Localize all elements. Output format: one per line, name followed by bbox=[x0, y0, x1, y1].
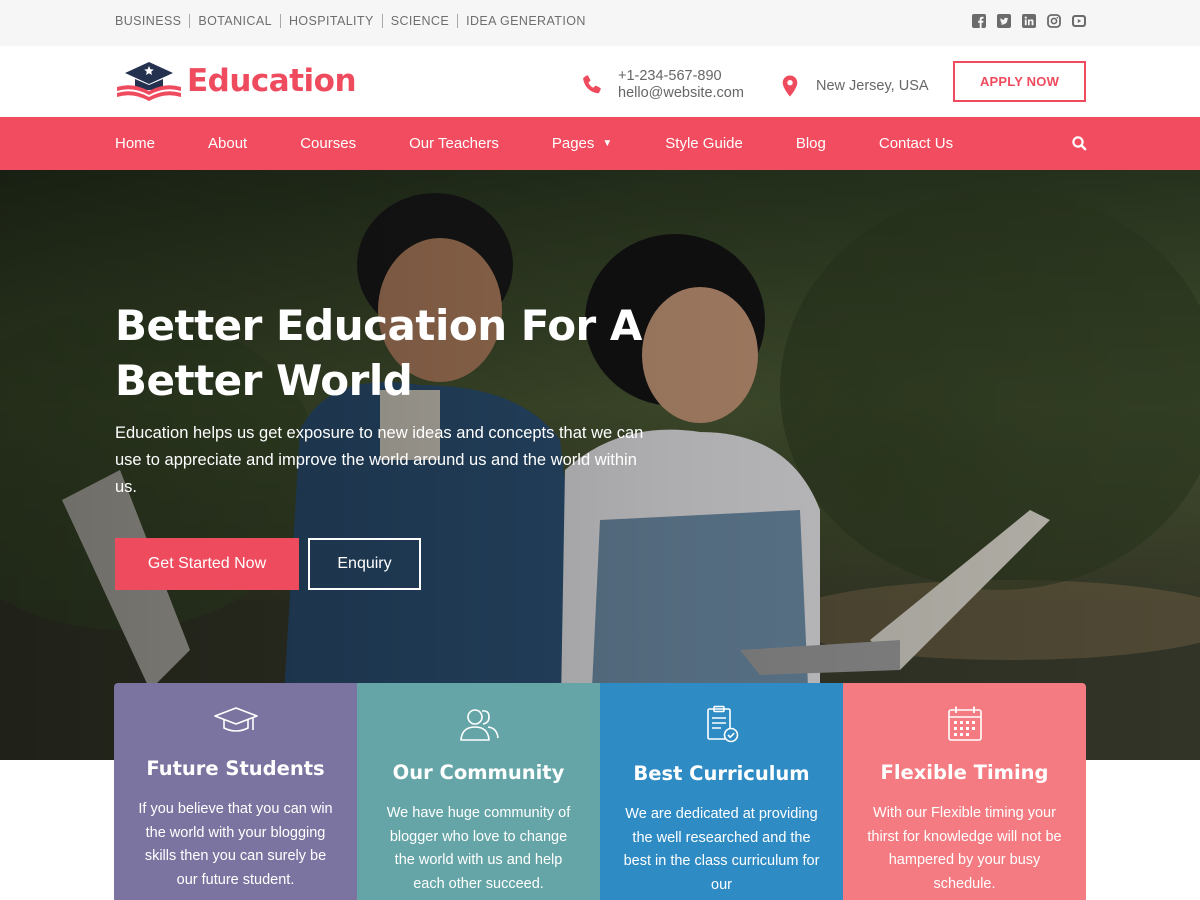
feature-card-our-community[interactable]: Our Community We have huge community of … bbox=[357, 683, 600, 900]
nav-item-label: Pages bbox=[551, 135, 595, 152]
twitter-icon[interactable] bbox=[997, 14, 1011, 28]
calendar-icon bbox=[947, 706, 982, 741]
nav-item-home[interactable]: Home bbox=[115, 135, 155, 152]
instagram-icon[interactable] bbox=[1047, 14, 1061, 28]
get-started-button[interactable]: Get Started Now bbox=[115, 538, 299, 590]
site-logo[interactable]: Education bbox=[115, 60, 357, 102]
site-header: Education +1-234-567-890 hello@website.c… bbox=[0, 46, 1200, 117]
location-text: New Jersey, USA bbox=[816, 78, 929, 94]
nav-item-blog[interactable]: Blog bbox=[796, 135, 826, 152]
email-address[interactable]: hello@website.com bbox=[618, 85, 744, 102]
feature-card-title: Flexible Timing bbox=[880, 761, 1049, 784]
divider bbox=[279, 14, 281, 28]
youtube-icon[interactable] bbox=[1072, 14, 1086, 28]
feature-card-title: Best Curriculum bbox=[633, 762, 810, 785]
feature-card-text: We have huge community of blogger who lo… bbox=[386, 805, 571, 892]
nav-item-courses[interactable]: Courses bbox=[300, 135, 356, 152]
feature-card-text: With our Flexible timing your thirst for… bbox=[867, 805, 1062, 892]
map-pin-icon bbox=[782, 75, 798, 97]
nav-items: Home About Courses Our Teachers Pages ▼ S… bbox=[115, 117, 1006, 170]
feature-card-flexible-timing[interactable]: Flexible Timing With our Flexible timing… bbox=[843, 683, 1086, 900]
category-link-idea-generation[interactable]: IDEA GENERATION bbox=[466, 14, 586, 28]
graduation-cap-icon bbox=[117, 62, 181, 101]
feature-card-title: Future Students bbox=[146, 757, 325, 780]
feature-card-text: We are dedicated at providing the well r… bbox=[623, 806, 820, 893]
category-link-business[interactable]: BUSINESS bbox=[115, 14, 181, 28]
divider bbox=[457, 14, 459, 28]
feature-card-title: Our Community bbox=[392, 761, 565, 784]
community-icon bbox=[459, 709, 499, 741]
hero-description: Education helps us get exposure to new i… bbox=[115, 424, 644, 496]
hero-title: Better Education For A Better World bbox=[115, 301, 642, 405]
nav-item-label: Contact Us bbox=[878, 135, 954, 152]
nav-item-pages[interactable]: Pages ▼ bbox=[552, 135, 612, 152]
nav-item-label: About bbox=[208, 135, 248, 152]
nav-item-style-guide[interactable]: Style Guide bbox=[665, 135, 743, 152]
top-bar: BUSINESS BOTANICAL HOSPITALITY SCIENCE I… bbox=[0, 0, 1200, 46]
curriculum-icon bbox=[706, 705, 738, 743]
divider bbox=[189, 14, 191, 28]
feature-card-text: If you believe that you can win the worl… bbox=[138, 801, 333, 888]
hero-section: Better Education For A Better World Educ… bbox=[0, 170, 1200, 760]
location-info: New Jersey, USA bbox=[778, 74, 929, 98]
linkedin-icon[interactable] bbox=[1022, 14, 1036, 28]
graduation-cap-icon bbox=[213, 707, 258, 732]
contact-info: +1-234-567-890 hello@website.com bbox=[580, 68, 744, 102]
nav-item-our-teachers[interactable]: Our Teachers bbox=[409, 135, 499, 152]
enquiry-button[interactable]: Enquiry bbox=[308, 538, 421, 590]
nav-item-label: Blog bbox=[795, 135, 826, 152]
phone-number[interactable]: +1-234-567-890 bbox=[618, 68, 744, 85]
chevron-down-icon: ▼ bbox=[602, 138, 613, 149]
category-link-botanical[interactable]: BOTANICAL bbox=[198, 14, 272, 28]
facebook-icon[interactable] bbox=[972, 14, 986, 28]
contact-lines: +1-234-567-890 hello@website.com bbox=[618, 68, 744, 102]
divider bbox=[381, 14, 383, 28]
category-links: BUSINESS BOTANICAL HOSPITALITY SCIENCE I… bbox=[115, 14, 586, 28]
feature-card-future-students[interactable]: Future Students If you believe that you … bbox=[114, 683, 357, 900]
phone-icon bbox=[583, 75, 601, 94]
main-nav: Home About Courses Our Teachers Pages ▼ S… bbox=[0, 117, 1200, 170]
nav-item-label: Home bbox=[115, 135, 156, 152]
nav-item-label: Courses bbox=[300, 135, 357, 152]
feature-card-best-curriculum[interactable]: Best Curriculum We are dedicated at prov… bbox=[600, 683, 843, 900]
nav-item-label: Style Guide bbox=[665, 135, 743, 152]
category-link-science[interactable]: SCIENCE bbox=[391, 14, 449, 28]
social-links bbox=[972, 14, 1086, 28]
search-icon[interactable] bbox=[1071, 135, 1088, 152]
logo-text: Education bbox=[187, 63, 357, 99]
category-link-hospitality[interactable]: HOSPITALITY bbox=[289, 14, 374, 28]
apply-now-button[interactable]: APPLY NOW bbox=[953, 61, 1086, 102]
nav-item-contact-us[interactable]: Contact Us bbox=[879, 135, 953, 152]
nav-item-label: Our Teachers bbox=[409, 135, 499, 152]
nav-item-about[interactable]: About bbox=[208, 135, 247, 152]
feature-cards: Future Students If you believe that you … bbox=[114, 683, 1086, 900]
